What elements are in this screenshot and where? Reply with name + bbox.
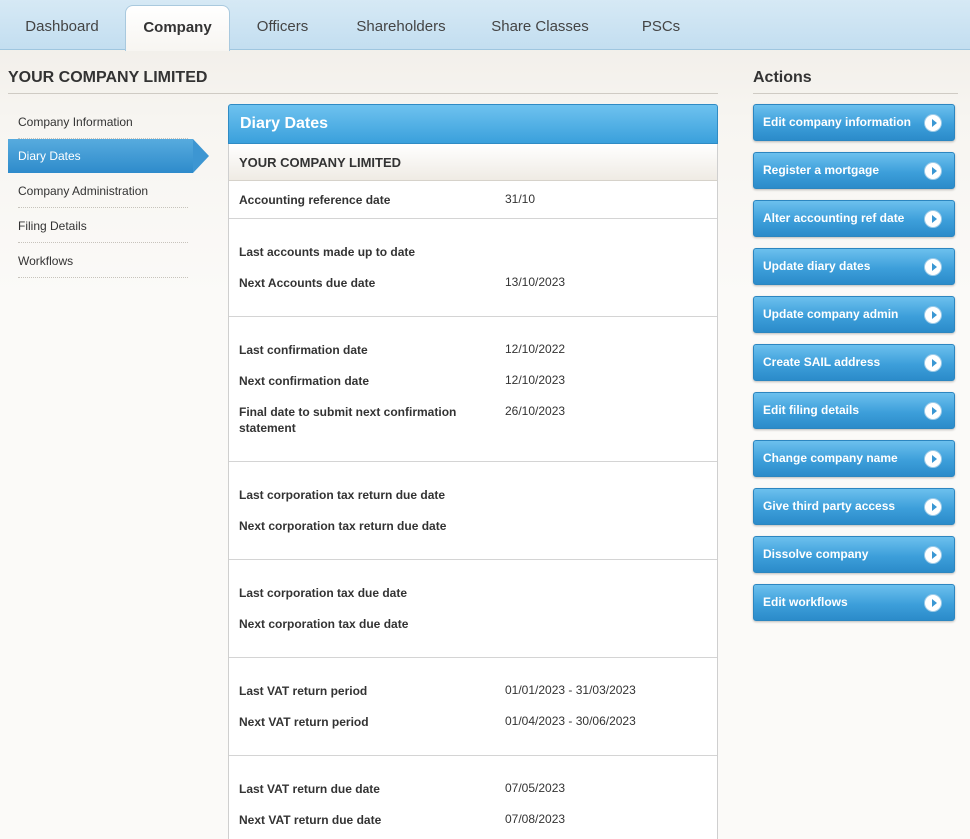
row-label: Last corporation tax due date	[239, 586, 408, 600]
actions-title: Actions	[753, 69, 812, 86]
arrow-right-icon	[924, 306, 942, 324]
sidebar-item-company-information[interactable]: Company Information	[18, 104, 188, 139]
row-label: Next confirmation date	[239, 374, 370, 388]
panel-subtitle: YOUR COMPANY LIMITED	[229, 144, 717, 181]
action-label: Update company admin	[763, 307, 899, 321]
action-label: Create SAIL address	[763, 355, 881, 369]
action-label: Edit company information	[763, 115, 912, 129]
row-label: Last confirmation date	[239, 343, 368, 357]
arrow-right-icon	[924, 450, 942, 468]
action-label: Give third party access	[763, 499, 896, 513]
row-label: Next Accounts due date	[239, 276, 376, 290]
group-divider	[229, 316, 717, 317]
row-value: 01/04/2023 - 30/06/2023	[505, 714, 636, 728]
arrow-right-icon	[924, 594, 942, 612]
action-label: Dissolve company	[763, 547, 869, 561]
register-mortgage-button[interactable]: Register a mortgage	[753, 152, 955, 189]
action-label: Edit filing details	[763, 403, 860, 417]
row-label: Last VAT return period	[239, 684, 368, 698]
top-nav: Dashboard Company Officers Shareholders …	[0, 0, 970, 51]
tab-pscs[interactable]: PSCs	[625, 0, 697, 50]
arrow-right-icon	[924, 258, 942, 276]
sidebar-item-workflows[interactable]: Workflows	[18, 243, 188, 278]
tab-shareholders[interactable]: Shareholders	[345, 0, 457, 50]
group-divider	[229, 755, 717, 756]
row-value: 07/08/2023	[505, 812, 566, 826]
action-label: Edit workflows	[763, 595, 848, 609]
tab-company[interactable]: Company	[125, 5, 230, 51]
row-label: Next VAT return period	[239, 715, 369, 729]
edit-workflows-button[interactable]: Edit workflows	[753, 584, 955, 621]
row-value: 07/05/2023	[505, 781, 566, 795]
create-sail-address-button[interactable]: Create SAIL address	[753, 344, 955, 381]
row-label: Last accounts made up to date	[239, 245, 416, 259]
group-divider	[229, 218, 717, 219]
action-label: Change company name	[763, 451, 898, 465]
row-value: 01/01/2023 - 31/03/2023	[505, 683, 636, 697]
group-divider	[229, 559, 717, 560]
row-value: 26/10/2023	[505, 404, 566, 418]
arrow-right-icon	[924, 546, 942, 564]
actions-divider	[753, 93, 958, 94]
action-label: Register a mortgage	[763, 163, 880, 177]
change-company-name-button[interactable]: Change company name	[753, 440, 955, 477]
sidebar-item-diary-dates[interactable]: Diary Dates	[8, 139, 209, 173]
alter-accounting-ref-date-button[interactable]: Alter accounting ref date	[753, 200, 955, 237]
row-label: Last VAT return due date	[239, 782, 380, 796]
row-value: 12/10/2023	[505, 373, 566, 387]
page-title: YOUR COMPANY LIMITED	[8, 69, 208, 86]
group-divider	[229, 657, 717, 658]
tab-share-classes[interactable]: Share Classes	[480, 0, 600, 50]
tab-dashboard[interactable]: Dashboard	[12, 0, 112, 50]
action-label: Alter accounting ref date	[763, 211, 905, 225]
group-divider	[229, 461, 717, 462]
row-label: Accounting reference date	[239, 193, 391, 207]
edit-filing-details-button[interactable]: Edit filing details	[753, 392, 955, 429]
arrow-right-icon	[924, 210, 942, 228]
update-company-admin-button[interactable]: Update company admin	[753, 296, 955, 333]
arrow-right-icon	[924, 114, 942, 132]
sidebar-item-company-administration[interactable]: Company Administration	[18, 173, 188, 208]
row-label: Last corporation tax return due date	[239, 488, 446, 502]
panel-title: Diary Dates	[228, 104, 718, 144]
row-label: Next VAT return due date	[239, 813, 382, 827]
arrow-right-icon	[924, 354, 942, 372]
give-third-party-access-button[interactable]: Give third party access	[753, 488, 955, 525]
arrow-right-icon	[924, 402, 942, 420]
action-label: Update diary dates	[763, 259, 871, 273]
row-label: Next corporation tax return due date	[239, 519, 447, 533]
row-label: Next corporation tax due date	[239, 617, 409, 631]
arrow-right-icon	[924, 162, 942, 180]
edit-company-information-button[interactable]: Edit company information	[753, 104, 955, 141]
dissolve-company-button[interactable]: Dissolve company	[753, 536, 955, 573]
sidebar-item-filing-details[interactable]: Filing Details	[18, 208, 188, 243]
diary-dates-panel: YOUR COMPANY LIMITED Accounting referenc…	[228, 144, 718, 839]
title-divider	[8, 93, 718, 94]
tab-officers[interactable]: Officers	[240, 0, 325, 50]
row-value: 31/10	[505, 192, 536, 206]
row-value: 13/10/2023	[505, 275, 566, 289]
row-label: Final date to submit next confirmation s…	[239, 405, 457, 435]
update-diary-dates-button[interactable]: Update diary dates	[753, 248, 955, 285]
row-value: 12/10/2022	[505, 342, 566, 356]
arrow-right-icon	[924, 498, 942, 516]
